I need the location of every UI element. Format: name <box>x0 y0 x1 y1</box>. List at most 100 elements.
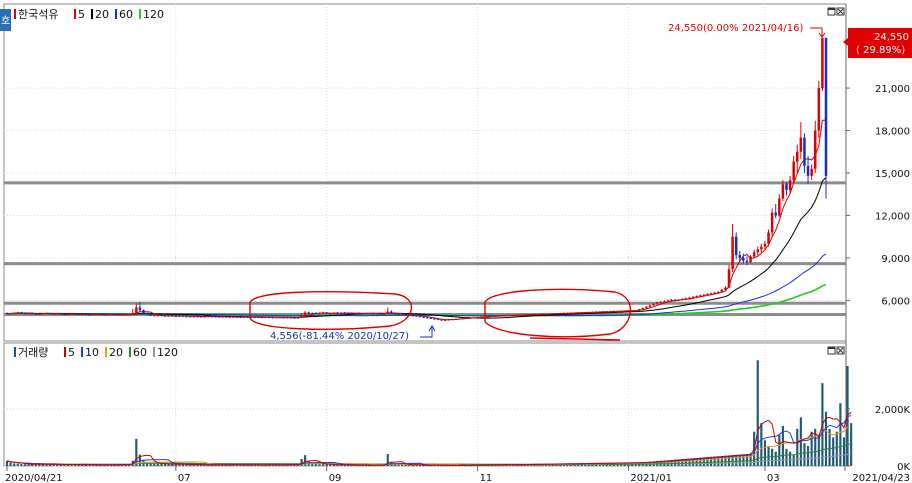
candle-body <box>88 314 91 316</box>
volume-bar <box>760 423 763 466</box>
candle-body <box>77 314 81 316</box>
candle-body <box>645 306 648 309</box>
candle-body <box>372 313 375 315</box>
candle-body <box>806 165 810 176</box>
candle-body <box>210 316 214 318</box>
candle-body <box>23 313 27 315</box>
candle-body <box>788 180 792 190</box>
candle-body <box>41 313 45 315</box>
candle-body <box>149 314 152 316</box>
legend-label: 60 <box>133 346 147 359</box>
volume-bar <box>792 454 795 466</box>
candle-body <box>253 317 257 319</box>
candle-body <box>659 301 663 303</box>
candle-body <box>709 293 713 295</box>
candle-body <box>785 184 788 190</box>
candle-body <box>512 315 515 317</box>
candle-body <box>526 314 530 316</box>
legend-label: 60 <box>119 8 133 21</box>
candle-body <box>591 311 594 313</box>
volume-panel-close-icon[interactable] <box>836 346 845 355</box>
price-panel-close-icon[interactable] <box>836 7 845 16</box>
candle-body <box>174 315 178 317</box>
volume-bar <box>16 463 19 466</box>
volume-bar <box>850 423 853 466</box>
volume-bar <box>156 463 159 466</box>
candle-body <box>799 137 803 152</box>
candle-body <box>562 313 566 315</box>
candle-body <box>494 315 497 317</box>
candle-body <box>702 294 706 296</box>
current-change-label: ( 29.89%) <box>856 45 905 56</box>
candle-body <box>167 315 170 317</box>
candle-body <box>91 314 95 316</box>
candle-body <box>124 314 127 316</box>
candle-body <box>508 315 512 317</box>
candle-body <box>160 315 163 317</box>
legend-swatch <box>153 347 155 357</box>
candle-body <box>443 319 447 321</box>
volume-panel-frame <box>3 342 847 467</box>
candle-body <box>127 314 131 316</box>
candle-body <box>706 294 709 296</box>
candle-body <box>9 313 12 315</box>
candle-body <box>318 312 321 314</box>
candle-body <box>120 314 124 316</box>
stock-chart-window: 6,000 9,000 12,000 15,000 18,000 21,000 0K 2,0… <box>0 0 912 483</box>
candle-body <box>781 184 785 199</box>
candle-body <box>699 295 702 297</box>
min-price-note: 4,556(-81.44% 2020/10/27) <box>270 331 409 342</box>
candle-body <box>27 313 30 315</box>
volume-bar <box>163 464 167 466</box>
candle-body <box>48 313 52 315</box>
legend-label: 120 <box>143 8 164 21</box>
volume-bar <box>160 464 163 466</box>
volume-bar <box>817 434 820 466</box>
candle-body <box>587 312 591 314</box>
candle-body <box>497 315 501 317</box>
x-ticks: 2020/04/21 07 09 11 2021/01 03 2021/04/23 <box>5 466 910 483</box>
candle-body <box>609 311 612 313</box>
legend-swatch <box>74 9 76 19</box>
candle-body <box>727 269 731 288</box>
candle-body <box>627 310 630 312</box>
candle-body <box>293 317 296 319</box>
legend-swatch <box>115 9 117 19</box>
candle-body <box>246 316 249 318</box>
candle-body <box>738 255 742 258</box>
candle-body <box>12 313 16 315</box>
candle-body <box>346 312 350 314</box>
candle-body <box>217 316 221 318</box>
price-y-ticks: 6,000 9,000 12,000 15,000 18,000 21,000 <box>846 84 910 307</box>
volume-bar <box>835 431 838 466</box>
candle-body <box>584 312 587 314</box>
candle-body <box>275 317 278 319</box>
candle-body <box>84 314 88 316</box>
volume-bar <box>9 462 12 466</box>
candle-body <box>285 317 289 319</box>
candle-body <box>778 198 781 216</box>
candle-body <box>796 151 799 162</box>
candle-body <box>181 315 185 317</box>
candle-body <box>109 314 113 316</box>
candle-body <box>386 311 390 314</box>
candle-body <box>515 314 519 316</box>
legend-label: 120 <box>157 346 178 359</box>
volume-tick-label: 2,000K <box>875 405 911 416</box>
candle-body <box>199 316 203 318</box>
x-tick-label: 2021/01 <box>630 473 672 483</box>
candle-body <box>724 287 727 290</box>
candle-body <box>307 312 310 314</box>
candle-body <box>648 305 652 307</box>
volume-bar <box>796 428 799 466</box>
candle-body <box>163 315 167 317</box>
volume-bar <box>832 437 835 466</box>
candle-body <box>368 313 372 315</box>
volume-bar <box>839 403 842 466</box>
candle-body <box>566 312 569 314</box>
candle-body <box>454 318 458 320</box>
candle-body <box>519 314 522 316</box>
candle-body <box>95 314 99 316</box>
candle-body <box>774 212 777 216</box>
candle-body <box>271 317 275 319</box>
